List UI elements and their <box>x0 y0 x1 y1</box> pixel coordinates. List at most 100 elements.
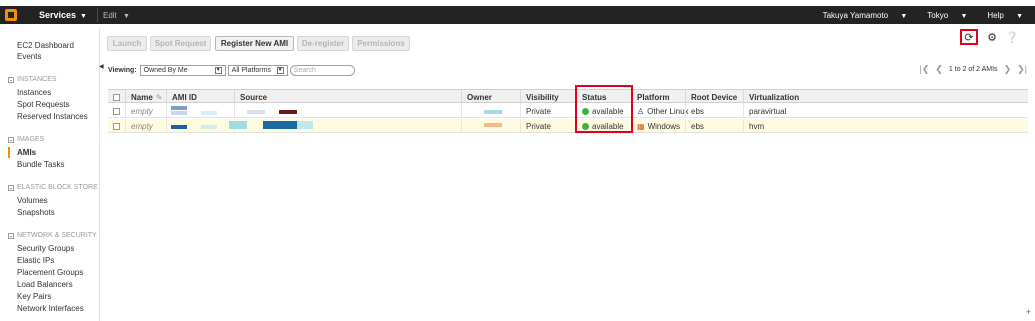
collapse-icon <box>8 136 14 143</box>
first-page-icon[interactable]: |❮ <box>919 64 929 75</box>
filter-bar: Viewing: Owned By Me ▼ All Platforms ▼ Sea… <box>108 64 355 76</box>
pagination: |❮ ❮ 1 to 2 of 2 AMIs ❯ ❯| <box>913 64 1027 75</box>
platform-filter-select[interactable]: All Platforms ▼ <box>227 64 288 76</box>
spot-request-button[interactable]: Spot Request <box>150 36 211 51</box>
redacted-text <box>297 121 313 129</box>
redacted-text <box>484 110 502 114</box>
region-menu[interactable]: Tokyo ▼ <box>917 11 967 20</box>
sidebar-item-security-groups[interactable]: Security Groups <box>17 244 74 253</box>
top-navigation-bar: Services ▼ Edit ▼ Takuya Yamamoto ▼ Tokyo… <box>0 6 1035 24</box>
ami-id-cell <box>166 104 234 118</box>
visibility-cell: Private <box>520 104 576 118</box>
sidebar-item-instances[interactable]: Instances <box>17 88 51 97</box>
sidebar-item-bundle-tasks[interactable]: Bundle Tasks <box>17 160 64 169</box>
windows-logo-icon: ▦ <box>637 121 645 131</box>
owner-cell <box>461 104 520 118</box>
source-cell <box>234 104 461 118</box>
refresh-icon[interactable]: ⟳ <box>960 29 978 45</box>
expand-icon[interactable]: + <box>1026 307 1031 317</box>
sidebar-item-key-pairs[interactable]: Key Pairs <box>17 292 51 301</box>
edit-menu[interactable]: Edit ▼ <box>103 11 130 20</box>
collapse-icon <box>8 232 14 239</box>
sidebar-item-volumes[interactable]: Volumes <box>17 196 48 205</box>
chevron-down-icon: ▼ <box>214 66 222 74</box>
column-header-ami-id[interactable]: AMI ID <box>166 90 234 104</box>
sidebar-item-amis[interactable]: AMIs <box>17 148 36 157</box>
owner-filter-select[interactable]: Owned By Me ▼ <box>139 64 226 76</box>
checkbox[interactable] <box>113 122 120 130</box>
sidebar-item-load-balancers[interactable]: Load Balancers <box>17 280 73 289</box>
services-menu[interactable]: Services ▼ <box>39 10 87 20</box>
table-row[interactable]: empty Private available ♙ Other Linux ebs… <box>108 104 1028 118</box>
redacted-text <box>247 110 265 114</box>
sidebar-section-images[interactable]: IMAGES <box>8 136 44 143</box>
permissions-button[interactable]: Permissions <box>352 36 410 51</box>
visibility-cell: Private <box>520 119 576 133</box>
column-header-platform[interactable]: Platform <box>631 90 685 104</box>
linux-penguin-icon: ♙ <box>637 106 645 116</box>
user-menu[interactable]: Takuya Yamamoto ▼ <box>813 11 908 20</box>
chevron-down-icon: ▼ <box>276 66 284 74</box>
gear-icon[interactable]: ⚙ <box>983 29 1001 45</box>
checkbox[interactable] <box>113 93 120 101</box>
divider <box>96 8 98 22</box>
sidebar-section-instances[interactable]: INSTANCES <box>8 76 57 83</box>
name-cell: empty <box>125 104 166 118</box>
sidebar-item-reserved-instances[interactable]: Reserved Instances <box>17 112 88 121</box>
owner-cell <box>461 119 520 133</box>
previous-page-icon[interactable]: ❮ <box>935 64 943 75</box>
column-header-owner[interactable]: Owner <box>461 90 520 104</box>
virtualization-cell: hvm <box>743 119 1028 133</box>
sidebar-section-ebs[interactable]: ELASTIC BLOCK STORE <box>8 184 98 191</box>
sidebar-item-network-interfaces[interactable]: Network Interfaces <box>17 304 84 313</box>
column-header-source[interactable]: Source <box>234 90 470 104</box>
redacted-text <box>279 110 297 114</box>
viewing-label: Viewing: <box>108 66 137 74</box>
redacted-text <box>171 125 187 129</box>
select-all-checkbox-cell[interactable] <box>108 90 125 104</box>
register-new-ami-button[interactable]: Register New AMI <box>215 36 294 51</box>
checkbox[interactable] <box>113 107 120 115</box>
collapse-icon <box>8 76 14 83</box>
next-page-icon[interactable]: ❯ <box>1004 64 1012 75</box>
redacted-text <box>484 123 502 127</box>
sidebar: EC2 Dashboard Events INSTANCES Instances… <box>0 28 100 321</box>
sidebar-item-placement-groups[interactable]: Placement Groups <box>17 268 83 277</box>
column-header-root-device[interactable]: Root Device <box>685 90 743 104</box>
help-menu[interactable]: Help ▼ <box>977 11 1023 20</box>
launch-button[interactable]: Launch <box>107 36 147 51</box>
virtualization-cell: paravirtual <box>743 104 1028 118</box>
row-checkbox-cell[interactable] <box>108 104 125 118</box>
column-header-name[interactable]: Name ✎ <box>125 90 166 104</box>
sidebar-item-spot-requests[interactable]: Spot Requests <box>17 100 69 109</box>
last-page-icon[interactable]: ❯| <box>1017 64 1027 75</box>
platform-cell: ♙ Other Linux <box>631 104 689 118</box>
sidebar-item-events[interactable]: Events <box>17 52 41 61</box>
status-column-highlight <box>575 85 633 133</box>
sidebar-section-network-security[interactable]: NETWORK & SECURITY <box>8 232 97 239</box>
ami-id-cell <box>166 119 234 133</box>
search-input[interactable]: Search <box>289 64 355 76</box>
collapse-icon <box>8 184 14 191</box>
root-device-cell: ebs <box>685 119 743 133</box>
redacted-text <box>201 111 217 115</box>
sidebar-collapse-icon[interactable]: ◀ <box>99 63 104 70</box>
aws-logo-icon[interactable] <box>5 9 17 21</box>
edit-icon: ✎ <box>155 92 163 102</box>
column-header-virtualization[interactable]: Virtualization <box>743 90 1028 104</box>
pagination-summary: 1 to 2 of 2 AMIs <box>948 66 998 73</box>
sidebar-item-elastic-ips[interactable]: Elastic IPs <box>17 256 54 265</box>
root-device-cell: ebs <box>685 104 743 118</box>
redacted-text <box>171 111 187 115</box>
redacted-text <box>171 106 187 110</box>
platform-cell: ▦ Windows <box>631 119 685 133</box>
sidebar-item-ec2-dashboard[interactable]: EC2 Dashboard <box>17 41 74 50</box>
table-row[interactable]: empty Private available ▦ Windows ebs hvm <box>108 119 1028 133</box>
sidebar-item-snapshots[interactable]: Snapshots <box>17 208 55 217</box>
row-checkbox-cell[interactable] <box>108 119 125 133</box>
name-cell: empty <box>125 119 166 133</box>
deregister-button[interactable]: De-register <box>297 36 349 51</box>
column-header-visibility[interactable]: Visibility <box>520 90 576 104</box>
help-icon[interactable]: ❔ <box>1003 29 1021 45</box>
redacted-text <box>263 121 297 129</box>
